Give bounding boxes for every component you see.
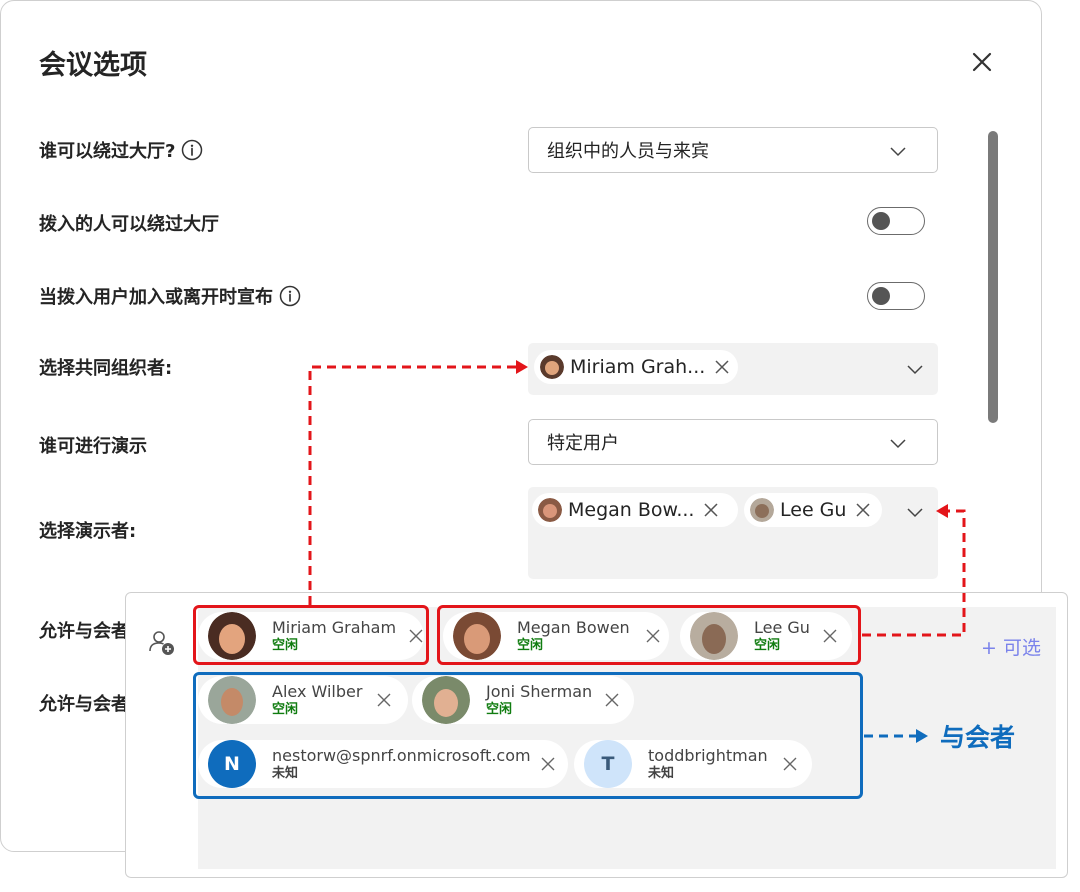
attendee-callout: 与会者 xyxy=(940,723,1016,752)
allow-attendees-label: 允许与会者 xyxy=(39,621,129,642)
chevron-down-icon[interactable] xyxy=(906,360,924,378)
presenters-picker[interactable]: Megan Bow... Lee Gu xyxy=(528,487,938,579)
announce-dialin-label: 当拨入用户加入或离开时宣布 xyxy=(39,283,301,309)
chevron-down-icon[interactable] xyxy=(906,503,924,521)
who-presents-label: 谁可进行演示 xyxy=(39,436,147,457)
info-icon[interactable] xyxy=(181,139,203,161)
presenter-highlight xyxy=(437,605,861,665)
bypass-lobby-dropdown[interactable]: 组织中的人员与来宾 xyxy=(528,127,938,173)
co-organizers-picker[interactable]: Miriam Grah... xyxy=(528,343,938,395)
toggle-knob xyxy=(872,212,890,230)
announce-dialin-text: 当拨入用户加入或离开时宣布 xyxy=(39,287,273,308)
presenter-chip: Megan Bow... xyxy=(532,493,738,527)
toggle-knob xyxy=(872,287,890,305)
bypass-lobby-value: 组织中的人员与来宾 xyxy=(547,141,709,162)
chip-label: Miriam Grah... xyxy=(570,356,706,378)
chevron-down-icon xyxy=(890,147,906,157)
dialin-bypass-toggle[interactable] xyxy=(867,207,925,235)
avatar xyxy=(750,498,774,522)
who-presents-dropdown[interactable]: 特定用户 xyxy=(528,419,938,465)
avatar xyxy=(538,498,562,522)
add-optional-link[interactable]: + 可选 xyxy=(981,633,1041,660)
who-presents-value: 特定用户 xyxy=(547,433,619,454)
co-organizer-chip: Miriam Grah... xyxy=(534,350,738,384)
remove-icon[interactable] xyxy=(702,501,720,519)
chip-label: Lee Gu xyxy=(780,499,847,521)
attendee-highlight xyxy=(193,672,863,799)
remove-icon[interactable] xyxy=(854,501,872,519)
remove-icon[interactable] xyxy=(713,358,731,376)
avatar xyxy=(540,355,564,379)
allow-attendees-label: 允许与会者 xyxy=(39,694,129,715)
dialog-title: 会议选项 xyxy=(39,50,147,81)
bypass-lobby-label: 谁可以绕过大厅? xyxy=(39,137,203,163)
presenters-label: 选择演示者: xyxy=(39,521,137,542)
add-person-icon[interactable] xyxy=(148,629,176,657)
announce-dialin-toggle[interactable] xyxy=(867,282,925,310)
info-icon[interactable] xyxy=(279,285,301,307)
close-icon[interactable] xyxy=(967,47,997,77)
chip-label: Megan Bow... xyxy=(568,499,695,521)
chevron-down-icon xyxy=(890,439,906,449)
dialin-bypass-label: 拨入的人可以绕过大厅 xyxy=(39,214,219,235)
organizer-highlight xyxy=(193,605,429,665)
scrollbar-thumb[interactable] xyxy=(988,131,998,423)
bypass-lobby-text: 谁可以绕过大厅? xyxy=(39,141,176,162)
presenter-chip: Lee Gu xyxy=(744,493,882,527)
co-organizers-label: 选择共同组织者: xyxy=(39,358,173,379)
